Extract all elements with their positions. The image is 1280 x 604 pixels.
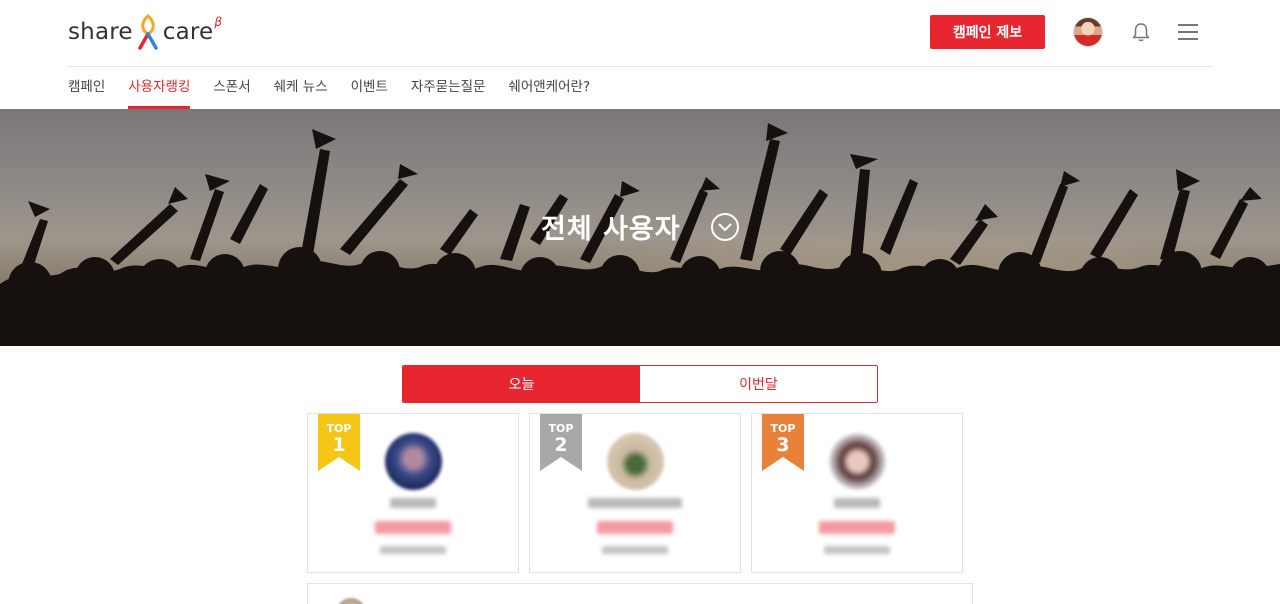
blurred-username xyxy=(588,498,682,508)
ranking-card-2[interactable]: TOP 2 xyxy=(529,413,741,573)
period-tabs: 오늘 이번달 xyxy=(402,365,878,403)
avatar[interactable] xyxy=(607,433,664,490)
blurred-donation-amount xyxy=(375,521,451,534)
logo-beta-mark: β xyxy=(214,15,223,29)
blurred-donation-amount xyxy=(597,521,673,534)
rank-badge: TOP 3 xyxy=(762,414,804,471)
rank-badge-number: 2 xyxy=(554,434,568,456)
nav-item-sponsor[interactable]: 스폰서 xyxy=(213,67,250,109)
blurred-meta xyxy=(824,546,890,554)
user-avatar[interactable] xyxy=(1073,17,1103,47)
blurred-username xyxy=(834,498,880,508)
avatar[interactable] xyxy=(336,598,366,604)
hero-title-text: 전체 사용자 xyxy=(540,214,681,245)
chevron-down-circle-icon[interactable] xyxy=(711,212,739,241)
avatar[interactable] xyxy=(829,433,886,490)
site-header: share care β 캠페인 제보 xyxy=(0,0,1280,67)
blurred-username xyxy=(390,498,436,508)
campaign-report-button[interactable]: 캠페인 제보 xyxy=(930,15,1045,49)
main-nav: 캠페인 사용자랭킹 스폰서 쉐케 뉴스 이벤트 자주묻는질문 쉐어앤케어란? xyxy=(68,67,613,109)
rank-badge: TOP 1 xyxy=(318,414,360,471)
hero-banner: 전체 사용자 xyxy=(0,109,1280,346)
blurred-meta xyxy=(602,546,668,554)
nav-item-user-ranking[interactable]: 사용자랭킹 xyxy=(128,67,191,109)
nav-item-about[interactable]: 쉐어앤케어란? xyxy=(508,67,590,109)
logo-word-share: share xyxy=(68,19,133,45)
ranking-list-item[interactable] xyxy=(307,583,973,604)
nav-item-event[interactable]: 이벤트 xyxy=(351,67,388,109)
avatar[interactable] xyxy=(385,433,442,490)
sharecare-logo[interactable]: share care β xyxy=(68,12,222,52)
rank-badge-number: 1 xyxy=(332,434,346,456)
bell-icon[interactable] xyxy=(1130,21,1152,43)
blurred-meta xyxy=(380,546,446,554)
blurred-donation-amount xyxy=(819,521,895,534)
ranking-card-3[interactable]: TOP 3 xyxy=(751,413,963,573)
nav-item-news[interactable]: 쉐케 뉴스 xyxy=(274,67,328,109)
ribbon-logo-icon xyxy=(138,14,158,50)
hero-title[interactable]: 전체 사용자 xyxy=(0,207,1280,246)
rank-badge-number: 3 xyxy=(776,434,790,456)
logo-word-care: care xyxy=(162,19,214,45)
tab-today[interactable]: 오늘 xyxy=(403,366,640,402)
tab-this-month[interactable]: 이번달 xyxy=(640,366,877,402)
ranking-card-1[interactable]: TOP 1 xyxy=(307,413,519,573)
hamburger-menu-icon[interactable] xyxy=(1177,23,1199,41)
rank-badge: TOP 2 xyxy=(540,414,582,471)
nav-item-faq[interactable]: 자주묻는질문 xyxy=(411,67,486,109)
nav-item-campaign[interactable]: 캠페인 xyxy=(68,67,105,109)
